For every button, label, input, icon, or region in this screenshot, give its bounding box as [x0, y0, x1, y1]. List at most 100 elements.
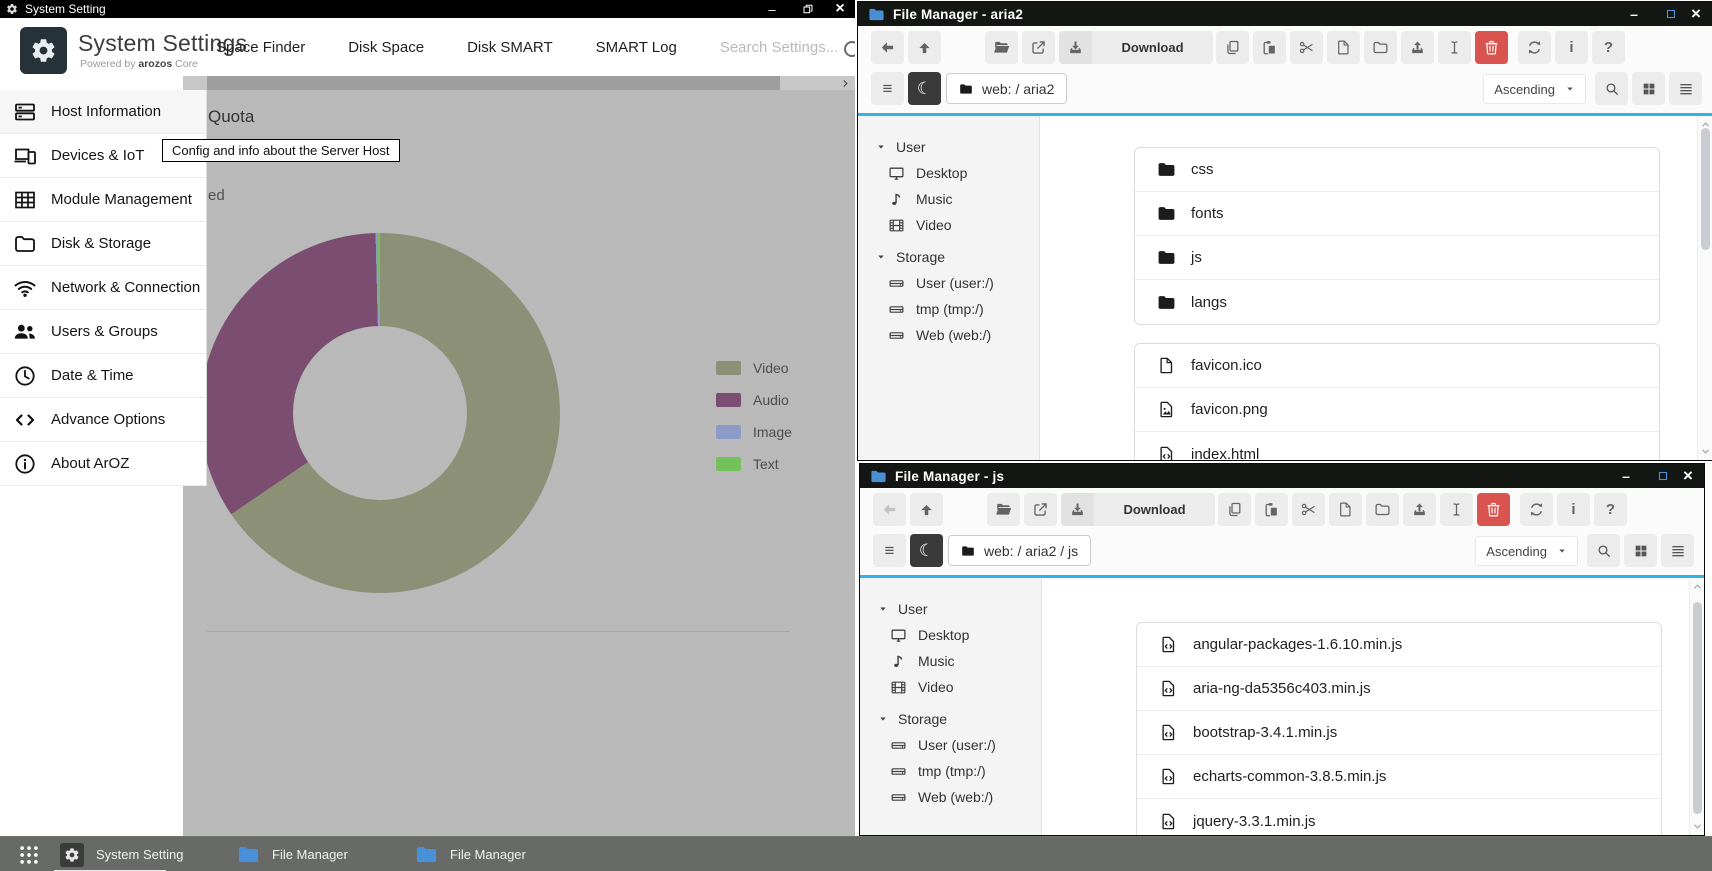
copy-button[interactable] — [1216, 31, 1249, 64]
up-button[interactable] — [908, 31, 941, 64]
close-button[interactable]: × — [1676, 464, 1700, 488]
file-row[interactable]: aria-ng-da5356c403.min.js — [1137, 667, 1661, 711]
tree-item[interactable]: Video — [858, 212, 1039, 238]
tree-section-storage[interactable]: Storage — [858, 244, 1039, 270]
delete-button[interactable] — [1477, 493, 1510, 526]
file-row[interactable]: echarts-common-3.8.5.min.js — [1137, 755, 1661, 799]
sidebar-item-host-information[interactable]: Host Information — [0, 90, 206, 134]
menu-button[interactable]: ≡ — [873, 534, 906, 567]
download-button[interactable]: Download — [1094, 493, 1215, 526]
paste-button[interactable] — [1255, 493, 1288, 526]
tree-item[interactable]: Music — [858, 186, 1039, 212]
file-row[interactable]: langs — [1135, 280, 1659, 324]
tree-item[interactable]: Desktop — [860, 622, 1041, 648]
tree-item[interactable]: User (user:/) — [860, 732, 1041, 758]
list-view-button[interactable] — [1661, 534, 1694, 567]
open-in-new-button[interactable] — [1024, 493, 1057, 526]
back-button[interactable] — [873, 493, 906, 526]
scroll-down-button[interactable] — [1699, 445, 1712, 458]
minimize-button[interactable]: – — [1614, 464, 1638, 488]
file-row[interactable]: index.html — [1135, 432, 1659, 460]
taskbar-item-file-manager-2[interactable]: File Manager — [415, 837, 526, 871]
vertical-scrollbar[interactable] — [1697, 116, 1712, 460]
close-button[interactable]: × — [829, 0, 851, 18]
sort-order-dropdown[interactable]: Ascending — [1475, 536, 1578, 566]
info-button[interactable]: i — [1557, 493, 1590, 526]
file-row[interactable]: bootstrap-3.4.1.min.js — [1137, 711, 1661, 755]
sidebar-item-advance-options[interactable]: Advance Options — [0, 398, 206, 442]
tab-disk-space[interactable]: Disk Space — [348, 39, 424, 56]
tree-item[interactable]: Music — [860, 648, 1041, 674]
open-button[interactable] — [985, 31, 1018, 64]
breadcrumb[interactable]: web: / aria2 — [946, 73, 1067, 104]
tree-item[interactable]: Desktop — [858, 160, 1039, 186]
scrollbar-thumb[interactable] — [207, 76, 780, 90]
refresh-button[interactable] — [1518, 31, 1551, 64]
tree-section-user[interactable]: User — [858, 134, 1039, 160]
taskbar-item-file-manager-1[interactable]: File Manager — [237, 837, 348, 871]
file-row[interactable]: fonts — [1135, 192, 1659, 236]
new-folder-button[interactable] — [1366, 493, 1399, 526]
sidebar-item-module-management[interactable]: Module Management — [0, 178, 206, 222]
info-button[interactable]: i — [1555, 31, 1588, 64]
system-settings-titlebar[interactable]: System Setting – × — [0, 0, 855, 18]
file-row[interactable]: angular-packages-1.6.10.min.js — [1137, 623, 1661, 667]
tab-disk-smart[interactable]: Disk SMART — [467, 39, 553, 56]
menu-button[interactable]: ≡ — [871, 72, 904, 105]
new-folder-button[interactable] — [1364, 31, 1397, 64]
rename-button[interactable] — [1440, 493, 1473, 526]
sidebar-item-users-groups[interactable]: Users & Groups — [0, 310, 206, 354]
help-button[interactable]: ? — [1594, 493, 1627, 526]
legend-item[interactable]: Image — [716, 416, 792, 448]
paste-button[interactable] — [1253, 31, 1286, 64]
file-row[interactable]: css — [1135, 148, 1659, 192]
app-launcher-button[interactable] — [8, 837, 50, 871]
download-button[interactable]: Download — [1092, 31, 1213, 64]
upload-button[interactable] — [1403, 493, 1436, 526]
tree-item[interactable]: Web (web:/) — [860, 784, 1041, 810]
vertical-scrollbar[interactable] — [1689, 578, 1704, 835]
minimize-button[interactable]: – — [761, 0, 783, 18]
list-view-button[interactable] — [1669, 72, 1702, 105]
open-in-new-button[interactable] — [1022, 31, 1055, 64]
dark-mode-button[interactable]: ☾ — [910, 534, 943, 567]
legend-item[interactable]: Audio — [716, 384, 792, 416]
open-button[interactable] — [987, 493, 1020, 526]
tab-smart-log[interactable]: SMART Log — [596, 39, 677, 56]
restore-button[interactable] — [797, 0, 819, 18]
copy-button[interactable] — [1218, 493, 1251, 526]
tree-item[interactable]: Video — [860, 674, 1041, 700]
sidebar-item-date-time[interactable]: Date & Time — [0, 354, 206, 398]
search-button[interactable] — [1595, 72, 1628, 105]
settings-search-input[interactable]: Search Settings... — [720, 39, 838, 56]
delete-button[interactable] — [1475, 31, 1508, 64]
dark-mode-button[interactable]: ☾ — [908, 72, 941, 105]
grid-view-button[interactable] — [1632, 72, 1665, 105]
close-button[interactable]: × — [1684, 2, 1708, 26]
grid-view-button[interactable] — [1624, 534, 1657, 567]
sort-order-dropdown[interactable]: Ascending — [1483, 74, 1586, 104]
file-row[interactable]: js — [1135, 236, 1659, 280]
rename-button[interactable] — [1438, 31, 1471, 64]
fm-titlebar[interactable]: File Manager - js – × — [860, 464, 1704, 488]
tab-space-finder[interactable]: Space Finder — [216, 39, 305, 56]
legend-item[interactable]: Video — [716, 352, 792, 384]
tree-item[interactable]: Web (web:/) — [858, 322, 1039, 348]
upload-button[interactable] — [1401, 31, 1434, 64]
fm-titlebar[interactable]: File Manager - aria2 – × — [858, 2, 1712, 26]
cut-button[interactable] — [1290, 31, 1323, 64]
cut-button[interactable] — [1292, 493, 1325, 526]
sidebar-item-about-aroz[interactable]: About ArOZ — [0, 442, 206, 486]
scroll-up-button[interactable] — [1691, 580, 1704, 593]
new-file-button[interactable] — [1329, 493, 1362, 526]
tree-item[interactable]: User (user:/) — [858, 270, 1039, 296]
up-button[interactable] — [910, 493, 943, 526]
sidebar-item-disk-storage[interactable]: Disk & Storage — [0, 222, 206, 266]
refresh-button[interactable] — [1520, 493, 1553, 526]
scroll-down-button[interactable] — [1691, 820, 1704, 833]
tree-item[interactable]: tmp (tmp:/) — [858, 296, 1039, 322]
taskbar-item-system-setting[interactable]: System Setting — [60, 837, 183, 871]
scrollbar-thumb[interactable] — [1701, 128, 1710, 250]
scroll-right-button[interactable] — [836, 76, 855, 90]
maximize-button[interactable] — [1646, 464, 1670, 488]
